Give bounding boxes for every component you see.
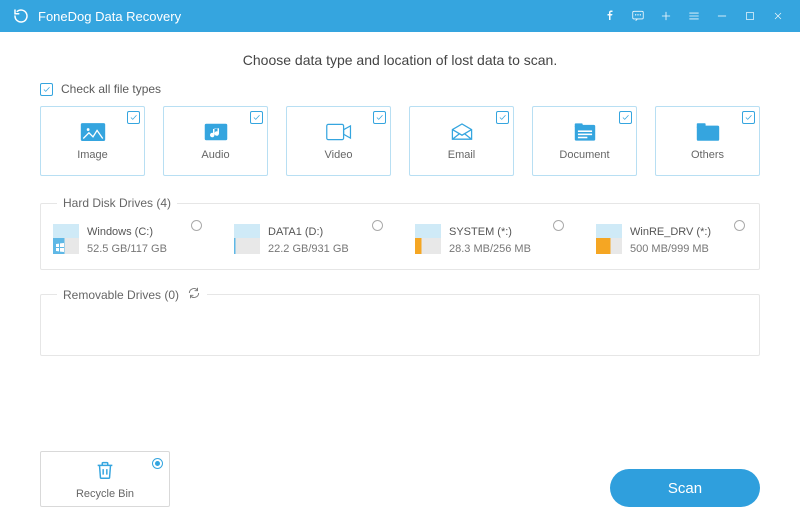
menu-icon[interactable] [680,0,708,32]
hdd-legend: Hard Disk Drives (4) [57,196,177,210]
type-card-audio[interactable]: Audio [163,106,268,176]
drive-size: 28.3 MB/256 MB [449,241,531,258]
drive-name: DATA1 (D:) [268,224,349,241]
checkbox-icon [742,111,755,124]
checkbox-icon [496,111,509,124]
app-logo-icon [12,7,30,25]
video-icon [325,121,353,143]
document-icon [571,121,599,143]
removable-drives-section: Removable Drives (0) [40,286,760,356]
type-card-document[interactable]: Document [532,106,637,176]
type-card-others[interactable]: Others [655,106,760,176]
drive-size: 500 MB/999 MB [630,241,711,258]
page-heading: Choose data type and location of lost da… [40,52,760,68]
image-icon [79,121,107,143]
type-label: Image [77,149,108,161]
drive-size: 22.2 GB/931 GB [268,241,349,258]
type-card-email[interactable]: Email [409,106,514,176]
file-types-row: Image Audio Video Email Document Others [40,106,760,176]
feedback-icon[interactable] [624,0,652,32]
radio-icon [734,220,745,231]
email-icon [448,121,476,143]
add-icon[interactable] [652,0,680,32]
others-icon [694,121,722,143]
type-label: Audio [201,149,229,161]
type-label: Document [559,149,609,161]
type-card-video[interactable]: Video [286,106,391,176]
radio-icon [191,220,202,231]
radio-selected-icon [152,458,163,469]
disk-icon [415,224,441,254]
disk-icon [53,224,79,254]
checkbox-icon [373,111,386,124]
checkbox-icon [619,111,632,124]
hard-disk-drives-section: Hard Disk Drives (4) Windows (C:)52.5 GB… [40,196,760,270]
checkbox-icon [127,111,140,124]
check-all-file-types[interactable]: Check all file types [40,82,760,96]
drive-size: 52.5 GB/117 GB [87,241,167,258]
checkbox-icon [40,83,53,96]
drive-name: SYSTEM (*:) [449,224,531,241]
titlebar: FoneDog Data Recovery [0,0,800,32]
drive-name: Windows (C:) [87,224,167,241]
type-label: Video [325,149,353,161]
audio-icon [202,121,230,143]
drive-name: WinRE_DRV (*:) [630,224,711,241]
drive-item[interactable]: WinRE_DRV (*:)500 MB/999 MB [596,224,747,257]
facebook-icon[interactable] [596,0,624,32]
close-icon[interactable] [764,0,792,32]
disk-icon [234,224,260,254]
refresh-icon[interactable] [187,286,201,303]
check-all-label: Check all file types [61,82,161,96]
type-label: Others [691,149,724,161]
drive-item[interactable]: Windows (C:)52.5 GB/117 GB [53,224,204,257]
disk-icon [596,224,622,254]
minimize-icon[interactable] [708,0,736,32]
removable-legend: Removable Drives (0) [63,288,179,302]
type-label: Email [448,149,476,161]
recycle-bin-label: Recycle Bin [76,488,134,500]
drive-item[interactable]: DATA1 (D:)22.2 GB/931 GB [234,224,385,257]
trash-icon [94,459,116,484]
drive-item[interactable]: SYSTEM (*:)28.3 MB/256 MB [415,224,566,257]
radio-icon [372,220,383,231]
scan-button[interactable]: Scan [610,469,760,507]
app-title: FoneDog Data Recovery [38,9,181,24]
recycle-bin-card[interactable]: Recycle Bin [40,451,170,507]
radio-icon [553,220,564,231]
maximize-icon[interactable] [736,0,764,32]
type-card-image[interactable]: Image [40,106,145,176]
checkbox-icon [250,111,263,124]
